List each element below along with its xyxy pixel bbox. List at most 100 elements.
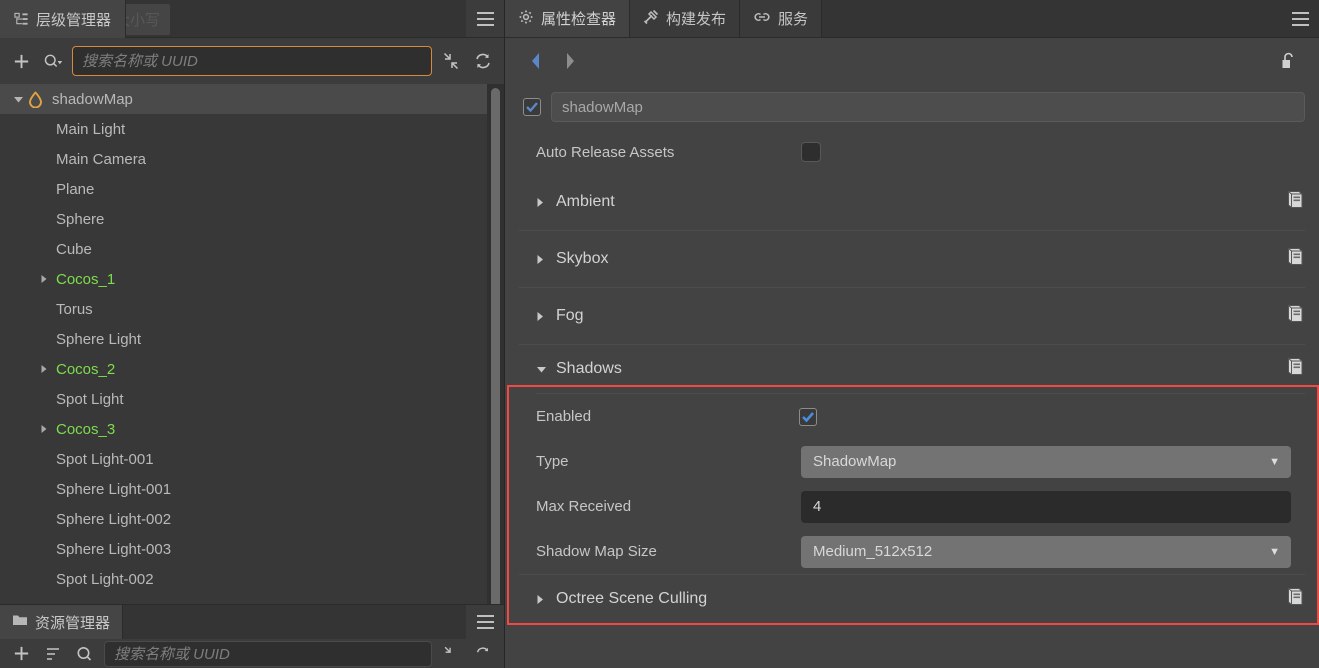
assets-search-icon[interactable] bbox=[72, 641, 98, 667]
hierarchy-scrollbar-track[interactable] bbox=[487, 84, 504, 604]
tree-item[interactable]: Sphere Light-002 bbox=[0, 504, 504, 534]
tree-item-label: Sphere Light bbox=[56, 330, 142, 348]
chevron-down-icon bbox=[536, 365, 554, 374]
link-icon bbox=[753, 10, 771, 28]
hierarchy-tree-container: shadowMap Main Light Main Camera Plane Spher… bbox=[0, 84, 504, 604]
gear-icon bbox=[518, 9, 534, 29]
tree-item[interactable]: Torus bbox=[0, 294, 504, 324]
chevron-down-icon[interactable] bbox=[10, 95, 26, 104]
tree-item[interactable]: Cube bbox=[0, 234, 504, 264]
shadows-enabled-row: Enabled bbox=[519, 394, 1305, 439]
tree-item[interactable]: Sphere Light-001 bbox=[0, 474, 504, 504]
assets-menu-button[interactable] bbox=[466, 605, 504, 639]
tree-item-label: Plane bbox=[56, 180, 95, 198]
node-name-row: shadowMap bbox=[505, 84, 1319, 130]
tab-hierarchy[interactable]: 层级管理器 bbox=[0, 0, 127, 38]
tree-item[interactable]: Spot Light-001 bbox=[0, 444, 504, 474]
assets-panel: 资源管理器 搜索名称或 UUID bbox=[0, 604, 504, 668]
tree-item-label: Cube bbox=[56, 240, 92, 258]
book-icon[interactable] bbox=[1286, 587, 1305, 612]
chevron-right-icon[interactable] bbox=[36, 364, 52, 374]
tree-item[interactable]: Sphere bbox=[0, 204, 504, 234]
tree-item-label: Cocos_2 bbox=[56, 360, 116, 378]
book-icon[interactable] bbox=[1286, 304, 1305, 329]
unlock-icon[interactable] bbox=[1271, 46, 1305, 76]
forward-arrow-icon[interactable] bbox=[553, 46, 587, 76]
shadows-enabled-checkbox[interactable] bbox=[799, 407, 817, 426]
hierarchy-search-field[interactable] bbox=[72, 46, 432, 76]
book-icon[interactable] bbox=[1286, 357, 1305, 382]
shadows-type-row: Type ShadowMap ▼ bbox=[519, 439, 1305, 484]
chevron-right-icon[interactable] bbox=[36, 424, 52, 434]
tab-inspector[interactable]: 属性检查器 bbox=[505, 0, 631, 37]
inspector-nav bbox=[505, 38, 1319, 84]
tree-item[interactable]: Spot Light bbox=[0, 384, 504, 414]
shadows-type-value: ShadowMap bbox=[813, 453, 897, 470]
tab-build[interactable]: 构建发布 bbox=[630, 0, 741, 37]
section-shadows-label: Shadows bbox=[556, 360, 622, 377]
tree-item[interactable]: Sphere Light bbox=[0, 324, 504, 354]
hierarchy-tree: shadowMap Main Light Main Camera Plane Spher… bbox=[0, 84, 504, 594]
chevron-down-icon: ▼ bbox=[1269, 455, 1280, 468]
tree-item-label: Main Light bbox=[56, 120, 126, 138]
assets-toolbar: 搜索名称或 UUID bbox=[0, 639, 504, 668]
chevron-down-icon: ▼ bbox=[1269, 545, 1280, 558]
inspector-dock: 属性检查器 构建发布 服务 shadowMap Auto Release Ass… bbox=[505, 0, 1319, 668]
tree-item-label: Spot Light-002 bbox=[56, 570, 154, 588]
tree-item-label: Sphere Light-003 bbox=[56, 540, 172, 558]
tab-services[interactable]: 服务 bbox=[740, 0, 823, 37]
assets-sort-icon[interactable] bbox=[40, 641, 66, 667]
scene-flame-icon bbox=[28, 91, 43, 108]
tree-item[interactable]: Sphere Light-003 bbox=[0, 534, 504, 564]
section-skybox: Skybox bbox=[519, 231, 1305, 288]
section-octree-header[interactable]: Octree Scene Culling bbox=[519, 575, 1305, 623]
section-fog: Fog bbox=[519, 288, 1305, 345]
tree-item[interactable]: Cocos_2 bbox=[0, 354, 504, 384]
book-icon[interactable] bbox=[1286, 247, 1305, 272]
hierarchy-menu-button[interactable] bbox=[466, 0, 504, 37]
shadows-type-select[interactable]: ShadowMap ▼ bbox=[801, 445, 1291, 478]
assets-collapse-icon[interactable] bbox=[438, 641, 464, 667]
shadows-max-received-value: 4 bbox=[813, 498, 822, 515]
node-name-value: shadowMap bbox=[562, 98, 643, 116]
tree-item-label: Spot Light bbox=[56, 390, 124, 408]
assets-refresh-icon[interactable] bbox=[470, 641, 496, 667]
add-node-button[interactable] bbox=[8, 48, 34, 74]
assets-search-input[interactable]: 搜索名称或 UUID bbox=[104, 640, 432, 667]
shadows-map-size-select[interactable]: Medium_512x512 ▼ bbox=[801, 535, 1291, 568]
chevron-right-icon bbox=[536, 311, 554, 322]
node-name-field[interactable]: shadowMap bbox=[551, 92, 1305, 122]
section-shadows-header[interactable]: Shadows bbox=[519, 345, 1305, 393]
search-dropdown-icon[interactable] bbox=[40, 48, 66, 74]
refresh-icon[interactable] bbox=[470, 48, 496, 74]
inspector-menu-button[interactable] bbox=[1281, 0, 1319, 37]
hierarchy-scrollbar-thumb[interactable] bbox=[491, 88, 500, 604]
tree-item[interactable]: Cocos_1 bbox=[0, 264, 504, 294]
tree-item-label: Sphere Light-002 bbox=[56, 510, 172, 528]
section-skybox-header[interactable]: Skybox bbox=[519, 231, 1305, 287]
section-fog-header[interactable]: Fog bbox=[519, 288, 1305, 344]
tab-assets[interactable]: 资源管理器 bbox=[0, 605, 124, 639]
tree-item[interactable]: Main Camera bbox=[0, 144, 504, 174]
tree-item[interactable]: shadowMap bbox=[0, 84, 504, 114]
tree-item-label: Sphere Light-001 bbox=[56, 480, 172, 498]
auto-release-assets-label: Auto Release Assets bbox=[536, 143, 675, 161]
back-arrow-icon[interactable] bbox=[519, 46, 553, 76]
section-ambient-header[interactable]: Ambient bbox=[519, 174, 1305, 230]
tree-item[interactable]: Spot Light-002 bbox=[0, 564, 504, 594]
auto-release-assets-row: Auto Release Assets bbox=[519, 130, 1305, 174]
node-enabled-checkbox[interactable] bbox=[523, 98, 541, 116]
book-icon[interactable] bbox=[1286, 190, 1305, 215]
tree-item[interactable]: Cocos_3 bbox=[0, 414, 504, 444]
section-ambient-label: Ambient bbox=[556, 193, 615, 210]
assets-add-button[interactable] bbox=[8, 641, 34, 667]
hierarchy-tabbar: 搜索名称不区分大小写 层级管理器 bbox=[0, 0, 504, 38]
auto-release-assets-checkbox[interactable] bbox=[801, 142, 821, 162]
collapse-all-icon[interactable] bbox=[438, 48, 464, 74]
tree-item[interactable]: Plane bbox=[0, 174, 504, 204]
chevron-right-icon[interactable] bbox=[36, 274, 52, 284]
shadows-map-size-row: Shadow Map Size Medium_512x512 ▼ bbox=[519, 529, 1305, 574]
search-input[interactable] bbox=[82, 52, 422, 70]
tree-item[interactable]: Main Light bbox=[0, 114, 504, 144]
shadows-max-received-input[interactable]: 4 bbox=[801, 490, 1291, 523]
